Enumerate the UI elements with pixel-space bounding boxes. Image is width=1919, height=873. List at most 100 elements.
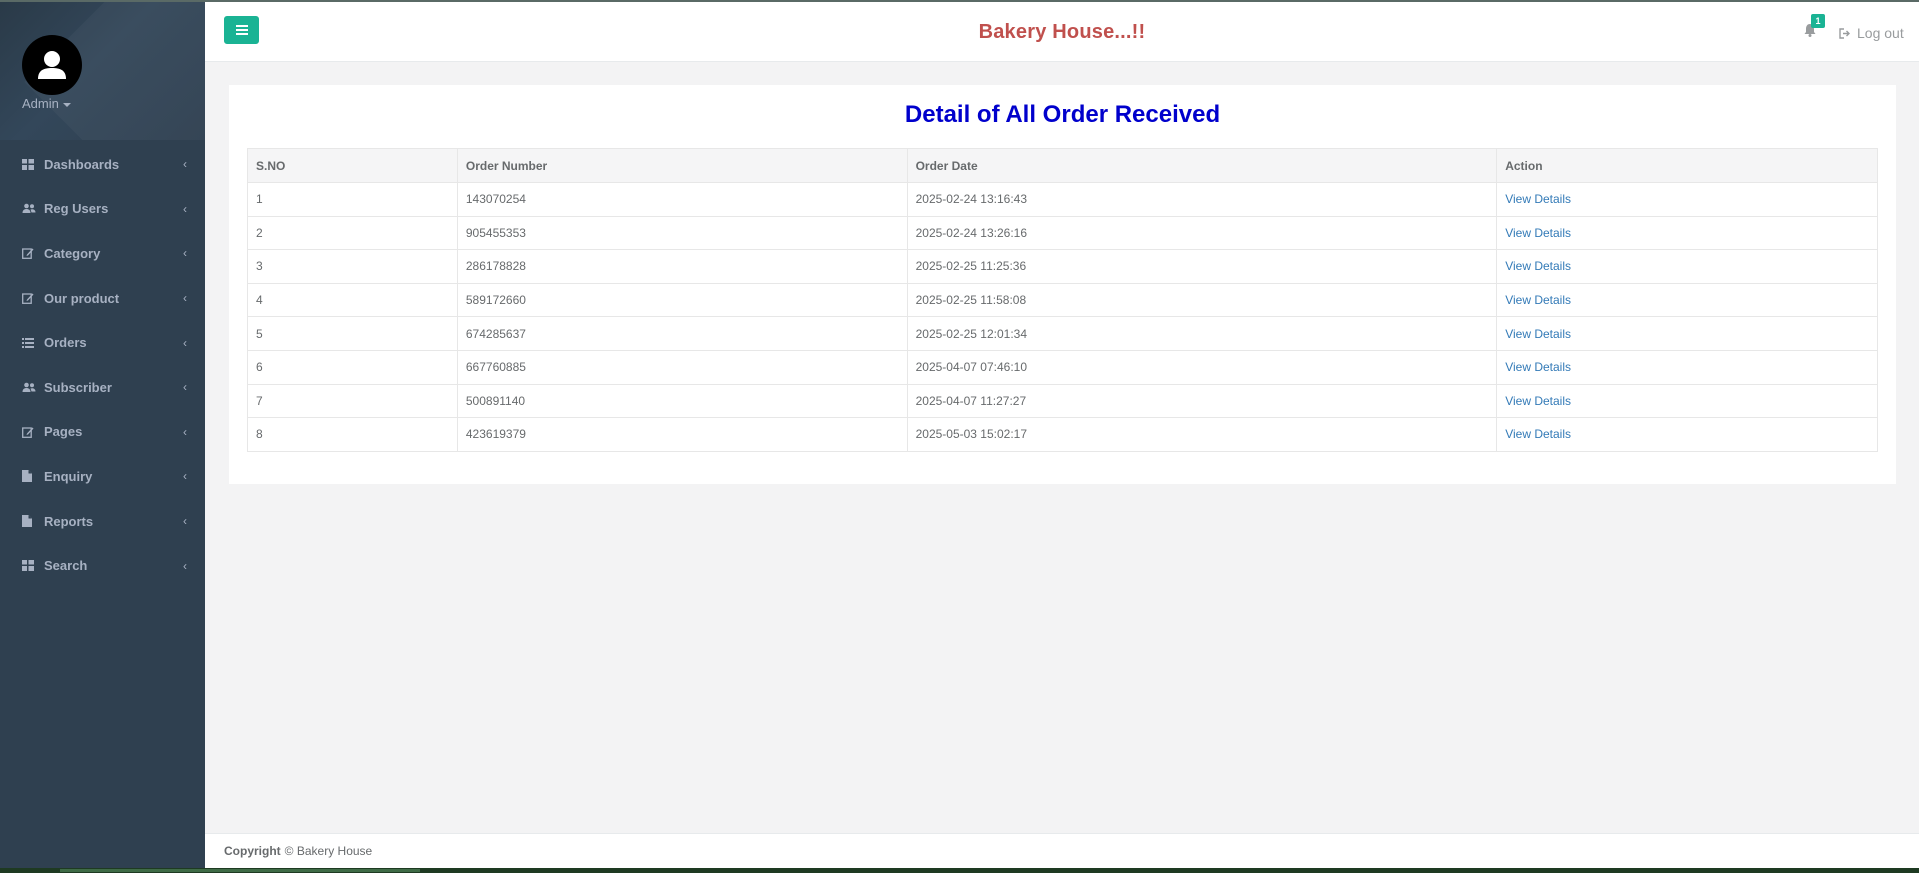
- cell-sno: 4: [247, 282, 458, 318]
- view-details-link[interactable]: View Details: [1505, 360, 1571, 374]
- th-large-icon: [22, 560, 40, 572]
- copyright-text: © Bakery House: [284, 844, 373, 858]
- sign-out-icon: [1839, 27, 1851, 39]
- view-details-link[interactable]: View Details: [1505, 259, 1571, 273]
- sidebar-item-label: Reg Users: [44, 201, 109, 217]
- page-title: Detail of All Order Received: [904, 101, 1221, 128]
- logout-label: Log out: [1857, 25, 1904, 41]
- cell-action: View Details: [1496, 349, 1878, 385]
- chevron-left-icon: ‹: [183, 380, 187, 395]
- sidebar-item-label: Pages: [44, 424, 83, 440]
- column-header-order-number: Order Number: [456, 148, 908, 183]
- chevron-left-icon: ‹: [183, 335, 187, 350]
- cell-order-date: 2025-02-25 12:01:34: [906, 316, 1498, 351]
- cell-sno: 5: [247, 316, 458, 351]
- admin-dropdown-toggle[interactable]: Admin: [22, 96, 71, 111]
- chevron-left-icon: ‹: [183, 291, 187, 306]
- avatar[interactable]: [22, 35, 82, 95]
- sidebar-item-subscriber[interactable]: Subscriber ‹: [0, 365, 205, 410]
- sidebar-item-pages[interactable]: Pages ‹: [0, 410, 205, 455]
- cell-sno: 3: [247, 249, 458, 284]
- cell-sno: 7: [247, 383, 458, 419]
- chevron-left-icon: ‹: [183, 246, 187, 261]
- sidebar-item-orders[interactable]: Orders ‹: [0, 320, 205, 365]
- sidebar-item-label: Subscriber: [44, 379, 112, 395]
- cell-order-date: 2025-04-07 07:46:10: [906, 349, 1498, 385]
- sidebar-item-label: Dashboards: [44, 156, 120, 172]
- table-row: 2 905455353 2025-02-24 13:26:16 View Detail…: [247, 215, 1878, 251]
- view-details-link[interactable]: View Details: [1505, 226, 1571, 240]
- orders-panel: Detail of All Order Received S.NO Order …: [229, 85, 1896, 484]
- page-footer: Copyright © Bakery House: [205, 833, 1919, 868]
- cell-sno: 8: [247, 417, 458, 452]
- cell-order-number: 674285637: [456, 316, 908, 351]
- edit-icon: [22, 292, 40, 305]
- sidebar-item-label: Search: [44, 558, 88, 574]
- notification-badge: 1: [1811, 14, 1825, 28]
- chevron-left-icon: ‹: [183, 514, 187, 529]
- sidebar-item-label: Orders: [44, 335, 87, 351]
- window-bottom-border: [0, 868, 1919, 873]
- cell-order-date: 2025-02-25 11:58:08: [906, 282, 1498, 318]
- orders-table: S.NO Order Number Order Date Action 1 143…: [247, 148, 1878, 452]
- chevron-left-icon: ‹: [183, 157, 187, 172]
- cell-action: View Details: [1496, 383, 1878, 419]
- cell-order-date: 2025-04-07 11:27:27: [906, 383, 1498, 419]
- cell-order-date: 2025-02-25 11:25:36: [906, 249, 1498, 284]
- view-details-link[interactable]: View Details: [1505, 293, 1571, 307]
- brand-title: Bakery House...!!: [978, 21, 1146, 43]
- logout-link[interactable]: Log out: [1839, 25, 1904, 41]
- cell-order-number: 286178828: [456, 249, 908, 284]
- table-header-row: S.NO Order Number Order Date Action: [247, 148, 1878, 183]
- table-row: 6 667760885 2025-04-07 07:46:10 View Detail…: [247, 349, 1878, 385]
- sidebar-item-enquiry[interactable]: Enquiry ‹: [0, 454, 205, 499]
- file-icon: [22, 470, 40, 483]
- cell-order-number: 905455353: [456, 215, 908, 251]
- cell-order-date: 2025-02-24 13:16:43: [906, 182, 1498, 217]
- table-row: 8 423619379 2025-05-03 15:02:17 View Detail…: [247, 417, 1878, 452]
- cell-order-number: 143070254: [456, 182, 908, 217]
- cell-action: View Details: [1496, 182, 1878, 217]
- sidebar-item-search[interactable]: Search ‹: [0, 543, 205, 588]
- sidebar-nav: Dashboards ‹ Reg Users ‹ Category ‹ Our produc…: [0, 142, 205, 588]
- cell-action: View Details: [1496, 417, 1878, 452]
- view-details-link[interactable]: View Details: [1505, 327, 1571, 341]
- admin-name: Admin: [22, 96, 59, 111]
- sidebar-item-label: Reports: [44, 513, 94, 529]
- cell-action: View Details: [1496, 282, 1878, 318]
- caret-down-icon: [62, 102, 71, 107]
- chevron-left-icon: ‹: [183, 201, 187, 216]
- cell-sno: 2: [247, 215, 458, 251]
- view-details-link[interactable]: View Details: [1505, 192, 1571, 206]
- table-row: 7 500891140 2025-04-07 11:27:27 View Detail…: [247, 383, 1878, 419]
- column-header-order-date: Order Date: [906, 148, 1498, 183]
- cell-action: View Details: [1496, 215, 1878, 251]
- users-icon: [22, 381, 40, 393]
- table-row: 1 143070254 2025-02-24 13:16:43 View Detail…: [247, 182, 1878, 217]
- chevron-left-icon: ‹: [183, 558, 187, 573]
- edit-icon: [22, 247, 40, 260]
- th-large-icon: [22, 158, 40, 170]
- cell-action: View Details: [1496, 249, 1878, 284]
- list-icon: [22, 337, 40, 349]
- cell-order-date: 2025-05-03 15:02:17: [906, 417, 1498, 452]
- top-navbar: Bakery House...!! 1 Log out: [205, 2, 1919, 62]
- sidebar-item-category[interactable]: Category ‹: [0, 231, 205, 276]
- sidebar-item-our-product[interactable]: Our product ‹: [0, 276, 205, 321]
- sidebar-item-label: Our product: [44, 290, 120, 306]
- cell-order-date: 2025-02-24 13:26:16: [906, 215, 1498, 251]
- sidebar-item-label: Enquiry: [44, 468, 93, 484]
- view-details-link[interactable]: View Details: [1505, 394, 1571, 408]
- user-silhouette-icon: [38, 51, 66, 79]
- chevron-left-icon: ‹: [183, 424, 187, 439]
- sidebar-item-dashboards[interactable]: Dashboards ‹: [0, 142, 205, 187]
- sidebar-item-reg-users[interactable]: Reg Users ‹: [0, 187, 205, 232]
- view-details-link[interactable]: View Details: [1505, 427, 1571, 441]
- column-header-action: Action: [1496, 148, 1878, 183]
- sidebar-item-reports[interactable]: Reports ‹: [0, 499, 205, 544]
- chevron-left-icon: ‹: [183, 469, 187, 484]
- table-row: 5 674285637 2025-02-25 12:01:34 View Detail…: [247, 316, 1878, 351]
- users-icon: [22, 203, 40, 215]
- cell-order-number: 667760885: [456, 349, 908, 385]
- sidebar-item-label: Category: [44, 245, 101, 261]
